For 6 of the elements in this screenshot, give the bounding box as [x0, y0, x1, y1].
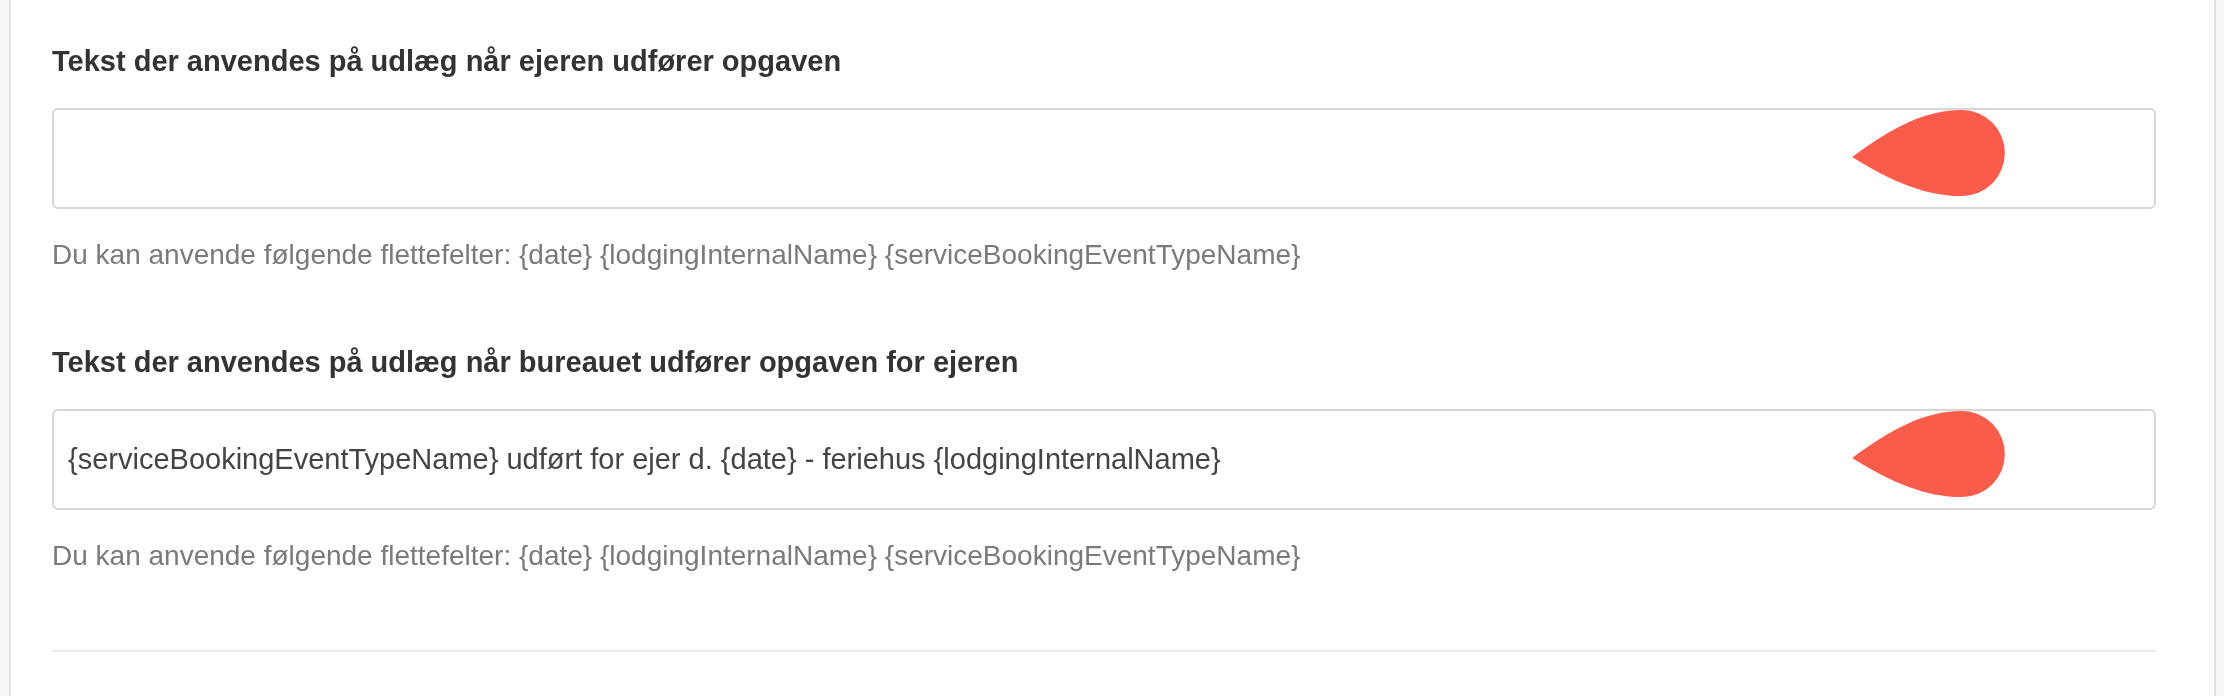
help-text: Du kan anvende følgende flettefelter: {date} {lodgingInternalName} {serviceBookingEventTypeName} [52, 539, 1302, 573]
text-field[interactable]: {serviceBookingEventTypeName} udført for ejer d. {date} - feriehus {lodgingInternalName} [52, 409, 2156, 510]
field-label: Tekst der anvendes på udlæg når ejeren udfører opgaven [52, 44, 843, 79]
help-text: Du kan anvende følgende flettefelter: {date} {lodgingInternalName} {serviceBookingEventTypeName} [52, 238, 1302, 272]
field-label: Tekst der anvendes på udlæg når bureauet udfører opgaven for ejeren [52, 345, 1020, 380]
text-field[interactable] [52, 108, 2156, 209]
